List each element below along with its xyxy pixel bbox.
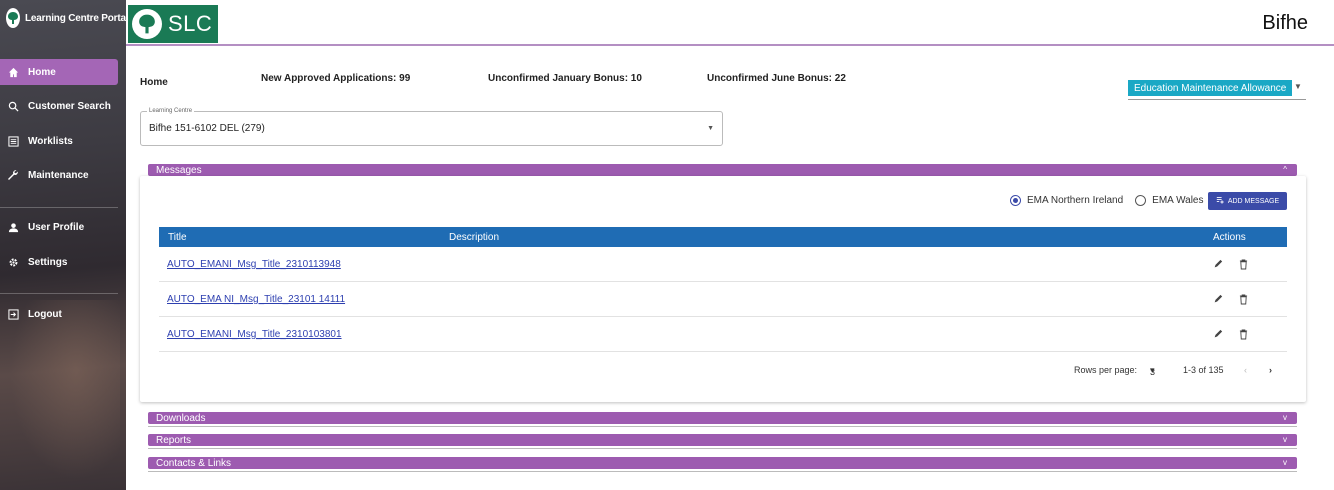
- top-bar: SLC Bifhe: [126, 0, 1334, 46]
- radio-label-wales: EMA Wales: [1152, 195, 1204, 206]
- sidebar-item-label: Maintenance: [28, 169, 89, 181]
- table-header: Title Description Actions: [159, 227, 1287, 247]
- table-pagination: Rows per page: 3 ▾ 1-3 of 135 ‹ ›: [159, 363, 1287, 383]
- home-icon: [7, 66, 19, 78]
- chevron-down-icon: v: [1283, 413, 1287, 422]
- messages-panel-title: Messages: [156, 164, 202, 176]
- add-message-button[interactable]: ADD MESSAGE: [1208, 192, 1287, 210]
- table-row: AUTO_EMANI_Msg_Title_2310103801: [159, 317, 1287, 352]
- sidebar-item-label: Customer Search: [28, 100, 111, 112]
- breadcrumb: Home: [140, 77, 168, 88]
- table-row: AUTO_EMA NI_Msg_Title_23101 14111: [159, 282, 1287, 317]
- sidebar-item-label: Settings: [28, 256, 68, 268]
- wrench-icon: [7, 169, 19, 181]
- table-row: AUTO_EMANI_Msg_Title_2310113948: [159, 247, 1287, 282]
- learning-centre-value: Bifhe 151-6102 DEL (279): [149, 123, 265, 134]
- column-header-title[interactable]: Title: [168, 232, 187, 243]
- learning-centre-select[interactable]: Learning Centre Bifhe 151-6102 DEL (279)…: [140, 108, 723, 146]
- slc-logo-text: SLC: [168, 11, 213, 36]
- pagination-range: 1-3 of 135: [1183, 365, 1224, 375]
- add-message-icon: [1216, 196, 1224, 206]
- sidebar-item-label: Home: [28, 66, 56, 78]
- user-icon: [7, 221, 19, 233]
- chevron-down-icon: ▼: [707, 125, 714, 132]
- sidebar-item-customer-search[interactable]: Customer Search: [0, 93, 118, 119]
- reports-panel-title: Reports: [156, 434, 192, 446]
- rows-per-page-value: 3: [1150, 367, 1156, 377]
- edit-icon[interactable]: [1212, 257, 1224, 271]
- edit-icon[interactable]: [1212, 292, 1224, 306]
- column-header-actions: Actions: [1213, 232, 1246, 243]
- panel-divider: [148, 426, 1297, 427]
- chevron-down-icon: v: [1283, 435, 1287, 444]
- search-icon: [7, 100, 19, 112]
- edit-icon[interactable]: [1212, 327, 1224, 341]
- slc-logo[interactable]: SLC: [128, 5, 218, 43]
- radio-ema-northern-ireland[interactable]: [1010, 195, 1021, 206]
- sidebar-item-worklists[interactable]: Worklists: [0, 128, 118, 154]
- ema-region-radio-group: EMA Northern Ireland EMA Wales: [1010, 195, 1209, 206]
- radio-label-ni: EMA Northern Ireland: [1027, 195, 1124, 206]
- sidebar: Learning Centre Portal Home Customer Sea…: [0, 0, 126, 490]
- user-name: Bifhe: [1262, 12, 1308, 34]
- add-message-label: ADD MESSAGE: [1227, 197, 1280, 205]
- sidebar-item-home[interactable]: Home: [0, 59, 118, 85]
- main-content: Home New Approved Applications: 99 Uncon…: [126, 48, 1334, 490]
- panel-divider: [148, 448, 1297, 449]
- contacts-panel-title: Contacts & Links: [156, 457, 232, 469]
- sidebar-item-user-profile[interactable]: User Profile: [0, 214, 118, 240]
- sidebar-item-maintenance[interactable]: Maintenance: [0, 162, 118, 188]
- sidebar-brand[interactable]: Learning Centre Portal: [0, 0, 126, 36]
- sidebar-item-label: Logout: [28, 308, 62, 320]
- stat-june-bonus: Unconfirmed June Bonus: 22: [707, 73, 846, 84]
- tree-logo-icon: [132, 9, 162, 39]
- delete-icon[interactable]: [1237, 292, 1249, 306]
- downloads-panel-header[interactable]: Downloads v: [148, 412, 1297, 424]
- radio-ema-wales[interactable]: [1135, 195, 1147, 206]
- delete-icon[interactable]: [1237, 257, 1249, 271]
- sidebar-item-label: Worklists: [28, 135, 73, 147]
- reports-panel-header[interactable]: Reports v: [148, 434, 1297, 446]
- contacts-panel-header[interactable]: Contacts & Links v: [148, 457, 1297, 469]
- stat-january-bonus: Unconfirmed January Bonus: 10: [488, 73, 642, 84]
- message-title-link[interactable]: AUTO_EMANI_Msg_Title_2310103801: [167, 329, 342, 340]
- rows-per-page-label: Rows per page:: [1074, 365, 1138, 375]
- sidebar-item-settings[interactable]: Settings: [0, 249, 118, 275]
- chevron-right-icon[interactable]: ›: [1269, 365, 1272, 375]
- ema-select-underline: [1128, 99, 1306, 100]
- list-icon: [7, 135, 19, 147]
- logout-icon: [7, 308, 19, 320]
- stat-new-approved: New Approved Applications: 99: [261, 73, 411, 84]
- chevron-down-icon: v: [1283, 458, 1287, 467]
- chevron-left-icon[interactable]: ‹: [1244, 365, 1247, 375]
- tree-logo-icon: [6, 8, 20, 28]
- rows-per-page-select[interactable]: 3 ▾: [1150, 365, 1156, 377]
- chevron-down-icon[interactable]: ▼: [1294, 82, 1302, 91]
- messages-panel-header[interactable]: Messages ^: [148, 164, 1297, 176]
- learning-centre-label: Learning Centre: [147, 108, 195, 114]
- message-title-link[interactable]: AUTO_EMA NI_Msg_Title_23101 14111: [167, 294, 345, 305]
- downloads-panel-title: Downloads: [156, 412, 206, 424]
- sidebar-brand-title: Learning Centre Portal: [25, 12, 126, 24]
- sidebar-divider: [0, 207, 118, 208]
- messages-table: Title Description Actions AUTO_EMANI_Msg…: [159, 227, 1287, 352]
- column-header-description[interactable]: Description: [449, 232, 499, 243]
- delete-icon[interactable]: [1237, 327, 1249, 341]
- chevron-up-icon: ^: [1283, 165, 1287, 174]
- sidebar-divider: [0, 293, 118, 294]
- sidebar-item-label: User Profile: [28, 221, 85, 233]
- sidebar-item-logout[interactable]: Logout: [0, 301, 118, 327]
- ema-type-select[interactable]: Education Maintenance Allowance: [1128, 80, 1293, 96]
- gear-icon: [7, 256, 19, 268]
- message-title-link[interactable]: AUTO_EMANI_Msg_Title_2310113948: [167, 259, 341, 270]
- panel-divider: [148, 471, 1297, 472]
